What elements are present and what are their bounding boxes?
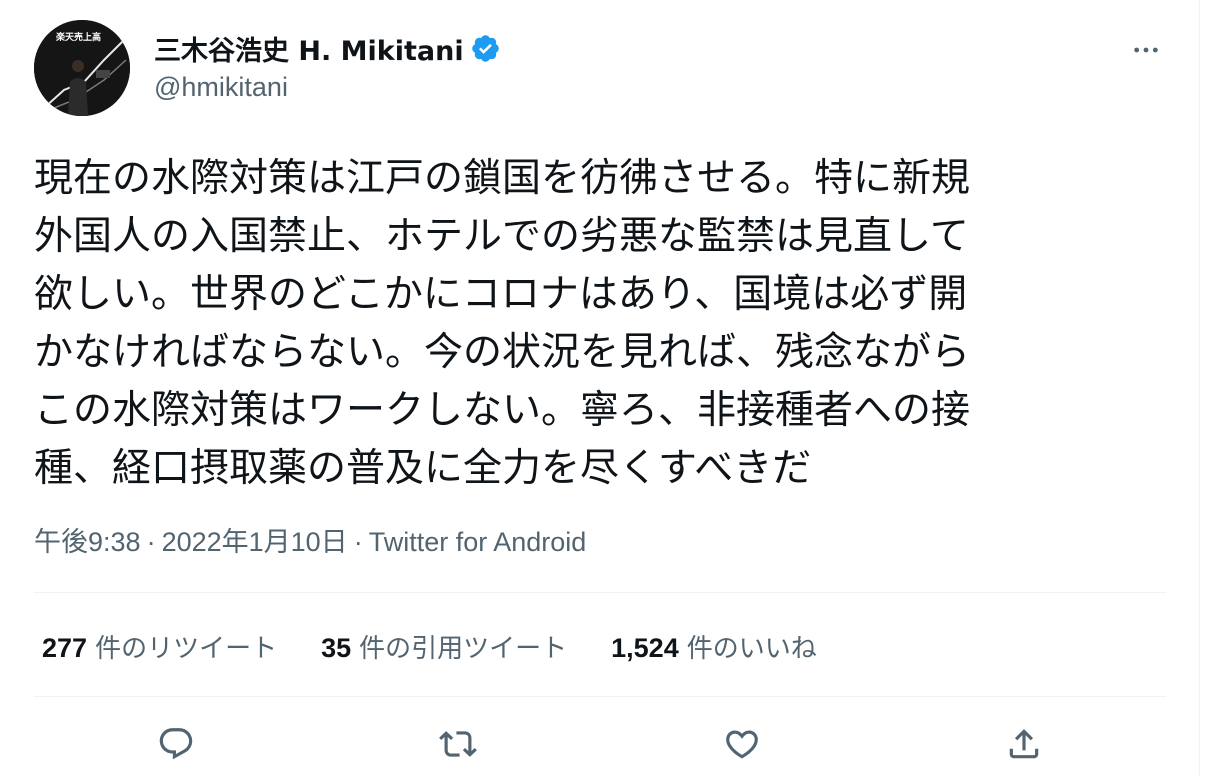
avatar-image: 楽天売上高	[34, 20, 130, 116]
retweet-icon	[439, 731, 477, 757]
retweet-count: 277	[42, 632, 88, 663]
tweet-date[interactable]: 2022年1月10日	[162, 527, 348, 557]
like-button[interactable]	[718, 720, 766, 768]
tweet-meta: 午後9:38 · 2022年1月10日 · Twitter for Android	[34, 520, 586, 559]
more-horizontal-icon	[1134, 47, 1158, 53]
quotes-stat[interactable]: 35 件の引用ツイート	[321, 628, 567, 665]
reply-icon	[159, 728, 193, 760]
share-button[interactable]	[1000, 720, 1048, 768]
tweet-actions	[34, 716, 1166, 772]
heart-icon	[726, 730, 758, 759]
author-name-row[interactable]: 三木谷浩史 H. Mikitani	[154, 28, 501, 68]
tweet-detail: 楽天売上高 三木谷浩史 H. Mikitani @hmikitani 現在の水際…	[34, 0, 1166, 776]
tweet-time[interactable]: 午後9:38	[34, 527, 141, 557]
meta-separator: ·	[146, 527, 156, 557]
meta-separator: ·	[353, 527, 363, 557]
divider	[34, 696, 1166, 697]
tweet-text: 現在の水際対策は江戸の鎖国を彷彿させる。特に新規 外国人の入国禁止、ホテルでの劣…	[34, 156, 971, 491]
display-name[interactable]: 三木谷浩史 H. Mikitani	[154, 29, 464, 68]
avatar[interactable]: 楽天売上高	[34, 20, 130, 116]
like-label: 件のいいね	[686, 633, 817, 664]
column-border	[1199, 0, 1200, 776]
verified-badge-icon	[470, 33, 501, 64]
quote-label: 件の引用ツイート	[359, 633, 568, 664]
retweets-stat[interactable]: 277 件のリツイート	[42, 628, 277, 665]
more-button[interactable]	[1126, 30, 1166, 70]
likes-stat[interactable]: 1,524 件のいいね	[611, 628, 817, 665]
reply-button[interactable]	[152, 720, 200, 768]
quote-count: 35	[321, 632, 352, 663]
tweet-stats: 277 件のリツイート 35 件の引用ツイート 1,524 件のいいね	[42, 624, 861, 668]
author-handle[interactable]: @hmikitani	[154, 72, 288, 103]
divider	[34, 592, 1166, 593]
avatar-caption: 楽天売上高	[56, 31, 101, 43]
retweet-label: 件のリツイート	[95, 633, 278, 664]
retweet-button[interactable]	[434, 720, 482, 768]
like-count: 1,524	[611, 632, 679, 663]
share-icon	[1009, 729, 1039, 759]
tweet-source[interactable]: Twitter for Android	[369, 527, 587, 557]
